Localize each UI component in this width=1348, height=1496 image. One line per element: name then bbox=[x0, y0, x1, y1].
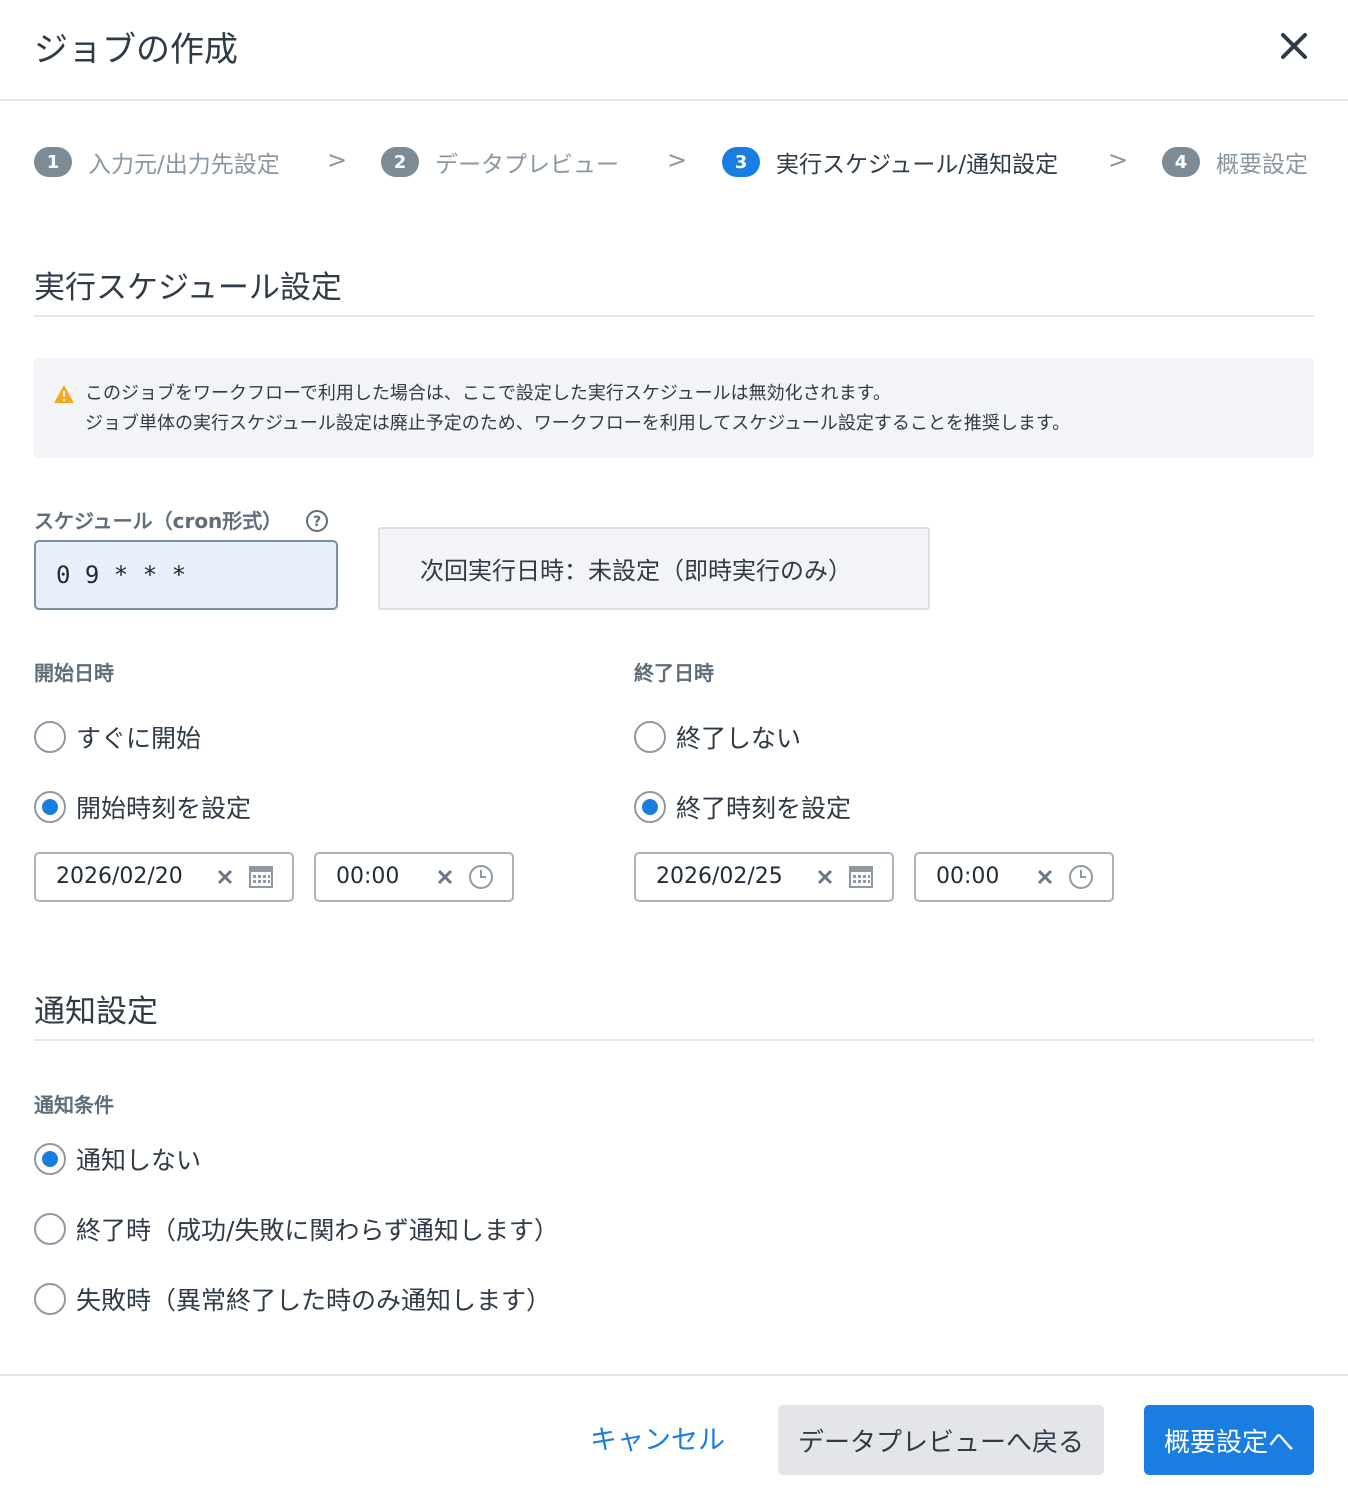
radio-button[interactable] bbox=[634, 791, 666, 823]
step-separator: > bbox=[327, 146, 348, 174]
radio-start-set-time[interactable]: 開始時刻を設定 bbox=[34, 789, 251, 825]
dialog-title: ジョブの作成 bbox=[34, 30, 238, 70]
start-date-value[interactable]: 2026/02/20 bbox=[56, 864, 183, 889]
clock-icon[interactable] bbox=[468, 864, 494, 890]
close-icon[interactable] bbox=[1276, 28, 1312, 64]
cron-label: スケジュール（cron形式） bbox=[34, 509, 283, 533]
step-number: 3 bbox=[722, 147, 760, 177]
warning-text-line-2: ジョブ単体の実行スケジュール設定は廃止予定のため、ワークフローを利用してスケジュ… bbox=[85, 413, 1071, 434]
radio-label: すぐに開始 bbox=[76, 724, 202, 753]
end-date-value[interactable]: 2026/02/25 bbox=[656, 864, 783, 889]
next-run-display: 次回実行日時：未設定（即時実行のみ） bbox=[378, 527, 930, 610]
step-4: 4 概要設定 bbox=[1162, 140, 1308, 184]
clear-icon[interactable] bbox=[216, 868, 234, 886]
start-date-picker[interactable]: 2026/02/20 bbox=[34, 852, 294, 902]
end-time-picker[interactable]: 00:00 bbox=[914, 852, 1114, 902]
stepper: 1 入力元/出力先設定 > 2 データプレビュー > 3 実行スケジュール/通知… bbox=[34, 140, 1324, 184]
radio-button[interactable] bbox=[34, 791, 66, 823]
radio-button[interactable] bbox=[634, 721, 666, 753]
radio-label: 終了しない bbox=[676, 724, 802, 753]
start-time-value[interactable]: 00:00 bbox=[336, 864, 399, 889]
radio-button[interactable] bbox=[34, 1143, 66, 1175]
section-divider bbox=[34, 1039, 1314, 1041]
radio-label: 終了時刻を設定 bbox=[676, 794, 852, 823]
radio-label: 終了時（成功/失敗に関わらず通知します） bbox=[76, 1216, 559, 1245]
dialog-header: ジョブの作成 bbox=[0, 0, 1348, 101]
end-datetime-label: 終了日時 bbox=[634, 661, 714, 685]
clear-icon[interactable] bbox=[1036, 868, 1054, 886]
warning-text-line-1: このジョブをワークフローで利用した場合は、ここで設定した実行スケジュールは無効化… bbox=[85, 383, 891, 404]
end-date-picker[interactable]: 2026/02/25 bbox=[634, 852, 894, 902]
step-label: 入力元/出力先設定 bbox=[88, 152, 280, 178]
schedule-section-title: 実行スケジュール設定 bbox=[34, 270, 342, 306]
step-1: 1 入力元/出力先設定 bbox=[34, 140, 280, 184]
radio-notify-on-finish[interactable]: 終了時（成功/失敗に関わらず通知します） bbox=[34, 1211, 559, 1247]
radio-end-set-time[interactable]: 終了時刻を設定 bbox=[634, 789, 851, 825]
radio-label: 失敗時（異常終了した時のみ通知します） bbox=[76, 1286, 552, 1315]
radio-start-immediately[interactable]: すぐに開始 bbox=[34, 719, 201, 755]
calendar-icon[interactable] bbox=[848, 864, 874, 890]
step-2: 2 データプレビュー bbox=[381, 140, 619, 184]
cancel-button[interactable]: キャンセル bbox=[590, 1418, 725, 1457]
warning-banner: このジョブをワークフローで利用した場合は、ここで設定した実行スケジュールは無効化… bbox=[34, 358, 1314, 458]
radio-button[interactable] bbox=[34, 1283, 66, 1315]
clock-icon[interactable] bbox=[1068, 864, 1094, 890]
end-time-value[interactable]: 00:00 bbox=[936, 864, 999, 889]
radio-button[interactable] bbox=[34, 721, 66, 753]
back-to-preview-button[interactable]: データプレビューへ戻る bbox=[778, 1405, 1104, 1475]
warning-icon bbox=[53, 384, 75, 404]
radio-label: 開始時刻を設定 bbox=[76, 794, 252, 823]
svg-text:?: ? bbox=[313, 514, 321, 530]
radio-end-never[interactable]: 終了しない bbox=[634, 719, 801, 755]
notify-condition-label: 通知条件 bbox=[34, 1093, 114, 1117]
step-number: 2 bbox=[381, 147, 419, 177]
next-to-summary-button[interactable]: 概要設定へ bbox=[1144, 1405, 1314, 1475]
step-separator: > bbox=[1108, 146, 1129, 174]
step-number: 4 bbox=[1162, 147, 1200, 177]
notify-section-title: 通知設定 bbox=[34, 994, 158, 1030]
step-label: 実行スケジュール/通知設定 bbox=[776, 152, 1059, 178]
question-circle-icon[interactable]: ? bbox=[305, 509, 329, 533]
clear-icon[interactable] bbox=[816, 868, 834, 886]
clear-icon[interactable] bbox=[436, 868, 454, 886]
start-datetime-label: 開始日時 bbox=[34, 661, 114, 685]
section-divider bbox=[34, 315, 1314, 317]
step-number: 1 bbox=[34, 147, 72, 177]
radio-notify-none[interactable]: 通知しない bbox=[34, 1141, 201, 1177]
step-label: 概要設定 bbox=[1216, 152, 1308, 178]
radio-notify-on-failure[interactable]: 失敗時（異常終了した時のみ通知します） bbox=[34, 1281, 551, 1317]
step-label: データプレビュー bbox=[435, 152, 619, 178]
radio-label: 通知しない bbox=[76, 1146, 202, 1175]
cron-input[interactable] bbox=[34, 540, 338, 610]
step-3: 3 実行スケジュール/通知設定 bbox=[722, 140, 1058, 184]
radio-button[interactable] bbox=[34, 1213, 66, 1245]
calendar-icon[interactable] bbox=[248, 864, 274, 890]
start-time-picker[interactable]: 00:00 bbox=[314, 852, 514, 902]
step-separator: > bbox=[667, 146, 688, 174]
